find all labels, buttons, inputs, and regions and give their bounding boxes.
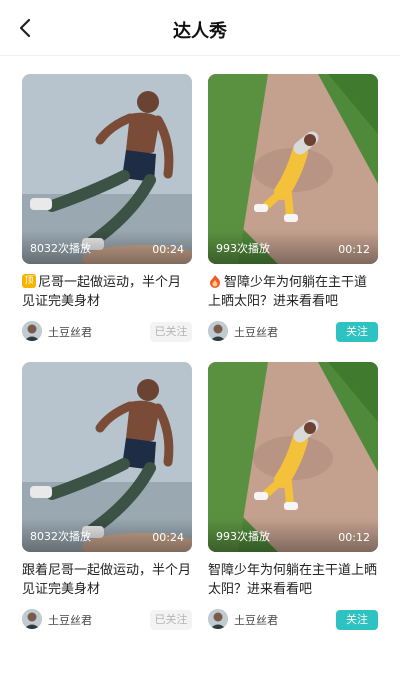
- video-duration: 00:24: [152, 531, 184, 544]
- follow-button[interactable]: 关注: [336, 322, 378, 342]
- video-caption[interactable]: 跟着尼哥一起做运动，半个月见证完美身材: [22, 561, 192, 599]
- play-count: 993次播放: [216, 530, 270, 543]
- followed-button[interactable]: 已关注: [150, 610, 192, 630]
- video-thumbnail[interactable]: 8032次播放 00:24: [22, 362, 192, 552]
- author-row: 土豆丝君 关注: [208, 609, 378, 631]
- video-duration: 00:12: [338, 243, 370, 256]
- caption-text: 尼哥一起做运动，半个月见证完美身材: [22, 275, 182, 309]
- author-row: 土豆丝君 关注: [208, 321, 378, 343]
- follow-button[interactable]: 关注: [336, 610, 378, 630]
- flame-icon: [208, 274, 222, 288]
- video-caption[interactable]: 尼哥一起做运动，半个月见证完美身材: [22, 273, 192, 311]
- avatar[interactable]: [22, 321, 42, 341]
- author-name[interactable]: 土豆丝君: [48, 324, 92, 340]
- caption-text: 智障少年为何躺在主干道上晒太阳？进来看看吧: [208, 275, 368, 309]
- play-count: 8032次播放: [30, 242, 91, 255]
- video-thumbnail[interactable]: 8032次播放 00:24: [22, 74, 192, 264]
- followed-button[interactable]: 已关注: [150, 322, 192, 342]
- video-thumbnail[interactable]: 993次播放 00:12: [208, 74, 378, 264]
- author-name[interactable]: 土豆丝君: [48, 612, 92, 628]
- video-card[interactable]: 8032次播放 00:24 跟着尼哥一起做运动，半个月见证完美身材 土豆丝君 已…: [22, 362, 192, 631]
- author-name[interactable]: 土豆丝君: [234, 612, 278, 628]
- author-name[interactable]: 土豆丝君: [234, 324, 278, 340]
- header-bar: 达人秀: [0, 0, 400, 56]
- avatar[interactable]: [208, 609, 228, 629]
- video-card[interactable]: 993次播放 00:12 智障少年为何躺在主干道上晒太阳？进来看看吧 土豆丝君 …: [208, 74, 378, 343]
- author-row: 土豆丝君 已关注: [22, 321, 192, 343]
- video-card[interactable]: 8032次播放 00:24 尼哥一起做运动，半个月见证完美身材 土豆丝君 已关注: [22, 74, 192, 343]
- play-count: 993次播放: [216, 242, 270, 255]
- video-duration: 00:24: [152, 243, 184, 256]
- top-tag-icon: [22, 274, 36, 288]
- author-row: 土豆丝君 已关注: [22, 609, 192, 631]
- video-duration: 00:12: [338, 531, 370, 544]
- video-thumbnail[interactable]: 993次播放 00:12: [208, 362, 378, 552]
- video-caption[interactable]: 智障少年为何躺在主干道上晒太阳？进来看看吧: [208, 561, 378, 599]
- play-count: 8032次播放: [30, 530, 91, 543]
- avatar[interactable]: [22, 609, 42, 629]
- avatar[interactable]: [208, 321, 228, 341]
- video-caption[interactable]: 智障少年为何躺在主干道上晒太阳？进来看看吧: [208, 273, 378, 311]
- video-card[interactable]: 993次播放 00:12 智障少年为何躺在主干道上晒太阳？进来看看吧 土豆丝君 …: [208, 362, 378, 631]
- page-title: 达人秀: [173, 21, 227, 42]
